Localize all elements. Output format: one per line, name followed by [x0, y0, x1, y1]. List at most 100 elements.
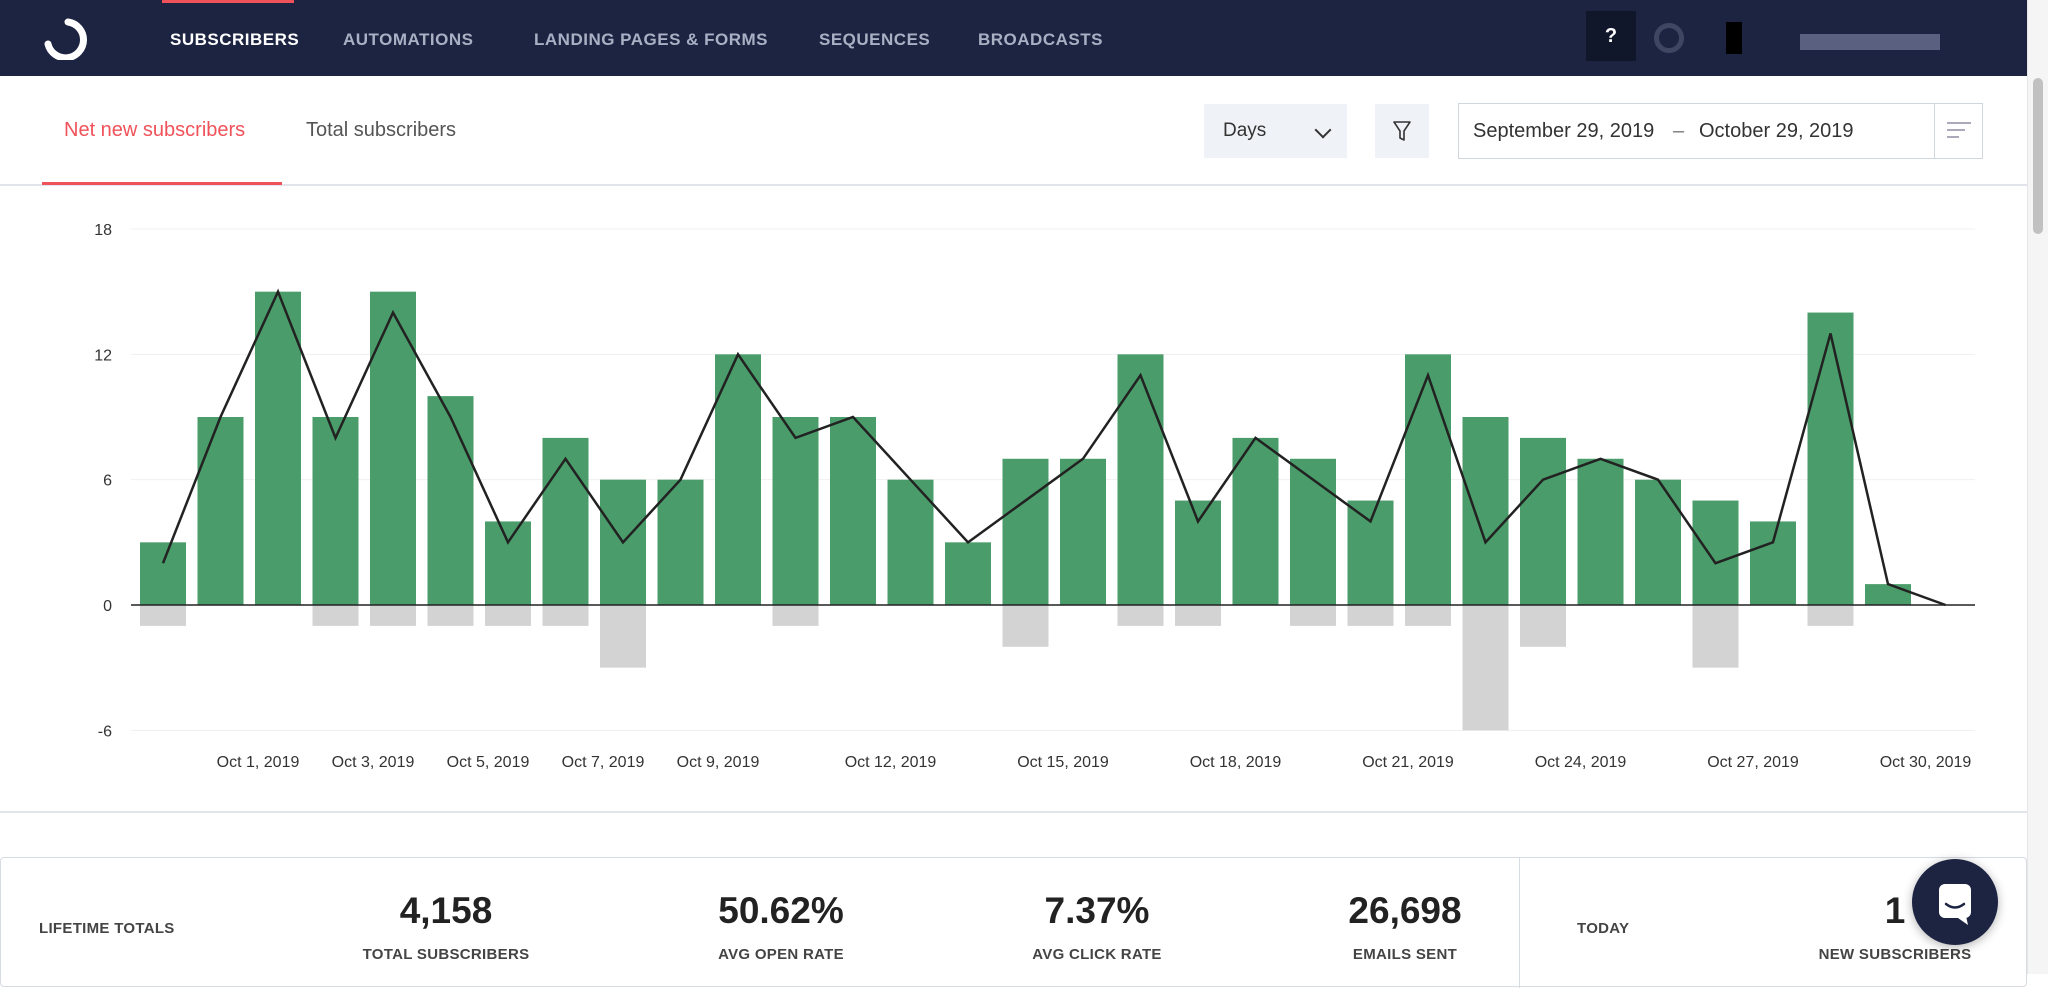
- bar-unsubscribed: [600, 605, 646, 668]
- x-tick-label: Oct 21, 2019: [1362, 754, 1454, 771]
- bar-subscribed: [1117, 354, 1164, 605]
- date-range-picker[interactable]: September 29, 2019 – October 29, 2019: [1458, 103, 1983, 159]
- y-tick-label: 6: [103, 473, 112, 490]
- bar-subscribed: [312, 417, 359, 605]
- bar-subscribed: [1002, 458, 1049, 605]
- bar-unsubscribed: [1117, 605, 1164, 626]
- date-separator: –: [1673, 120, 1685, 142]
- bar-unsubscribed: [1002, 605, 1049, 647]
- bar-subscribed: [1750, 521, 1796, 605]
- account-avatar[interactable]: [1726, 22, 1742, 54]
- bar-subscribed: [1807, 312, 1854, 605]
- filter-button[interactable]: [1375, 104, 1429, 158]
- nav-landing-pages-forms[interactable]: LANDING PAGES & FORMS: [534, 30, 768, 50]
- bar-unsubscribed: [1405, 605, 1451, 626]
- bar-unsubscribed: [140, 605, 186, 626]
- bar-subscribed: [1577, 458, 1624, 605]
- section-divider: [0, 811, 2027, 813]
- tab-net-new-subscribers[interactable]: Net new subscribers: [64, 119, 245, 142]
- x-tick-label: Oct 24, 2019: [1535, 754, 1627, 771]
- x-tick-label: Oct 27, 2019: [1707, 754, 1799, 771]
- bar-unsubscribed: [1347, 605, 1394, 626]
- x-tick-label: Oct 5, 2019: [447, 754, 530, 771]
- y-tick-label: 12: [94, 347, 112, 364]
- nav-broadcasts[interactable]: BROADCASTS: [978, 30, 1103, 50]
- lifetime-stats-panel: LIFETIME TOTALS 4,158 TOTAL SUBSCRIBERS …: [0, 857, 2027, 988]
- bar-subscribed: [542, 437, 589, 605]
- y-tick-label: -6: [98, 723, 112, 740]
- bar-unsubscribed: [1692, 605, 1739, 668]
- total-subscribers-value: 4,158: [399, 890, 493, 931]
- net-subscribers-chart: 18 12 6 0 -6 Oct 1, 2019 Oct 3, 2019 Oct 5, 201…: [94, 222, 1975, 771]
- interval-dropdown[interactable]: Days: [1204, 104, 1347, 158]
- x-tick-label: Oct 18, 2019: [1190, 754, 1282, 771]
- avg-open-rate-label: AVG OPEN RATE: [718, 946, 844, 963]
- convertkit-logo[interactable]: [42, 18, 88, 60]
- interval-value: Days: [1223, 120, 1267, 141]
- x-tick-label: Oct 15, 2019: [1017, 754, 1109, 771]
- emails-sent-value: 26,698: [1348, 890, 1462, 931]
- bar-subscribed: [830, 417, 876, 605]
- filter-icon: [1393, 121, 1411, 141]
- x-tick-label: Oct 1, 2019: [217, 754, 300, 771]
- emails-sent-label: EMAILS SENT: [1352, 946, 1458, 963]
- nav-subscribers[interactable]: SUBSCRIBERS: [170, 30, 299, 50]
- bar-unsubscribed: [772, 605, 819, 626]
- bar-subscribed: [772, 417, 819, 605]
- bar-subscribed: [427, 396, 474, 605]
- loading-ring-icon: [1654, 23, 1684, 53]
- top-nav: SUBSCRIBERS AUTOMATIONS LANDING PAGES & …: [0, 0, 2027, 76]
- x-tick-label: Oct 7, 2019: [562, 754, 645, 771]
- bar-subscribed: [1175, 500, 1221, 605]
- today-new-subscribers-label: NEW SUBSCRIBERS: [1818, 946, 1972, 963]
- nav-automations[interactable]: AUTOMATIONS: [343, 30, 473, 50]
- x-tick-label: Oct 30, 2019: [1880, 754, 1972, 771]
- today-label: TODAY: [1577, 920, 1630, 937]
- bar-subscribed: [197, 417, 244, 605]
- account-name-redacted[interactable]: [1800, 34, 1940, 50]
- lifetime-totals-label: LIFETIME TOTALS: [39, 920, 175, 937]
- bar-subscribed: [485, 521, 531, 605]
- chat-icon: [1939, 884, 1971, 925]
- bar-subscribed: [255, 291, 301, 605]
- bar-subscribed: [1060, 458, 1106, 605]
- tab-total-subscribers[interactable]: Total subscribers: [306, 119, 456, 142]
- bar-subscribed: [945, 542, 991, 605]
- x-tick-label: Oct 3, 2019: [332, 754, 415, 771]
- bar-subscribed: [370, 291, 416, 605]
- page-scrollbar[interactable]: [2027, 0, 2048, 974]
- bar-subscribed: [1462, 417, 1509, 605]
- y-tick-label: 18: [94, 222, 112, 239]
- bar-unsubscribed: [1290, 605, 1336, 626]
- preset-menu-icon[interactable]: [1947, 122, 1971, 143]
- bar-unsubscribed: [1462, 605, 1509, 731]
- avg-click-rate-label: AVG CLICK RATE: [1032, 946, 1162, 963]
- date-start[interactable]: September 29, 2019: [1473, 104, 1654, 158]
- bar-unsubscribed: [312, 605, 359, 626]
- scrollbar-thumb[interactable]: [2033, 78, 2043, 234]
- active-tab-underline: [42, 182, 282, 185]
- nav-sequences[interactable]: SEQUENCES: [819, 30, 930, 50]
- bar-subscribed: [1405, 354, 1451, 605]
- bar-unsubscribed: [1175, 605, 1221, 626]
- divider: [1934, 104, 1935, 158]
- date-end[interactable]: October 29, 2019: [1699, 104, 1854, 158]
- avg-click-rate-value: 7.37%: [1044, 890, 1150, 931]
- help-button[interactable]: ?: [1586, 11, 1636, 61]
- bar-subscribed: [1520, 437, 1566, 605]
- bar-unsubscribed: [485, 605, 531, 626]
- bar-subscribed: [1692, 500, 1739, 605]
- bar-unsubscribed: [1520, 605, 1566, 647]
- bar-subscribed: [1347, 500, 1394, 605]
- divider: [1519, 858, 1520, 988]
- chevron-down-icon: [1314, 121, 1332, 139]
- bar-unsubscribed: [1807, 605, 1854, 626]
- x-tick-label: Oct 12, 2019: [845, 754, 937, 771]
- today-new-subscribers-value: 1: [1884, 890, 1906, 931]
- bar-subscribed: [1635, 479, 1681, 605]
- x-tick-label: Oct 9, 2019: [677, 754, 760, 771]
- active-nav-indicator: [162, 0, 294, 3]
- chat-launcher-button[interactable]: [1912, 859, 1998, 945]
- bar-unsubscribed: [427, 605, 474, 626]
- y-tick-label: 0: [103, 598, 112, 615]
